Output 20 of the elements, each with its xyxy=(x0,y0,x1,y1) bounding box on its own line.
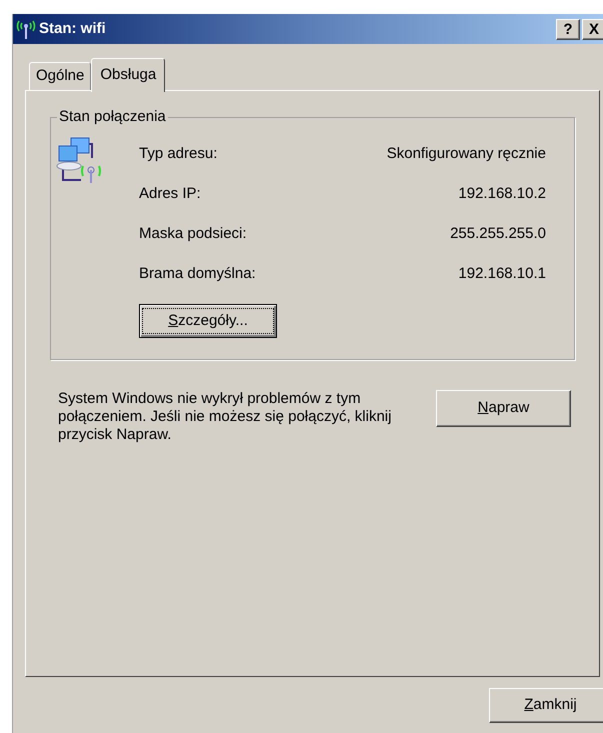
field-value: 255.255.255.0 xyxy=(450,224,546,244)
field-label: Typ adresu: xyxy=(139,144,218,164)
repair-button[interactable]: Napraw xyxy=(436,390,571,427)
field-value: 192.168.10.2 xyxy=(458,184,546,204)
field-label: Maska podsieci: xyxy=(139,224,247,244)
status-message: System Windows nie wykrył problemów z tym połączeniem. Jeśli nie możesz się połączyć, kliknij przycisk Napraw. xyxy=(58,390,392,444)
tab[interactable]: Obsługa xyxy=(91,58,166,92)
field-value: 192.168.10.1 xyxy=(458,264,546,284)
antenna-icon xyxy=(15,18,37,40)
window-title: Stan: wifi xyxy=(39,18,106,39)
field-label: Adres IP: xyxy=(139,184,201,204)
close-dialog-button[interactable]: Zamknij xyxy=(489,688,603,723)
field-value: Skonfigurowany ręcznie xyxy=(386,144,546,164)
group-title: Stan połączenia xyxy=(57,108,168,126)
tab[interactable]: Ogólne xyxy=(29,62,92,90)
help-button[interactable]: ? xyxy=(556,18,580,40)
network-computers-icon xyxy=(55,136,103,186)
close-button[interactable]: X xyxy=(582,18,603,40)
field-label: Brama domyślna: xyxy=(139,264,256,284)
details-button[interactable]: Szczegóły... xyxy=(139,304,277,338)
